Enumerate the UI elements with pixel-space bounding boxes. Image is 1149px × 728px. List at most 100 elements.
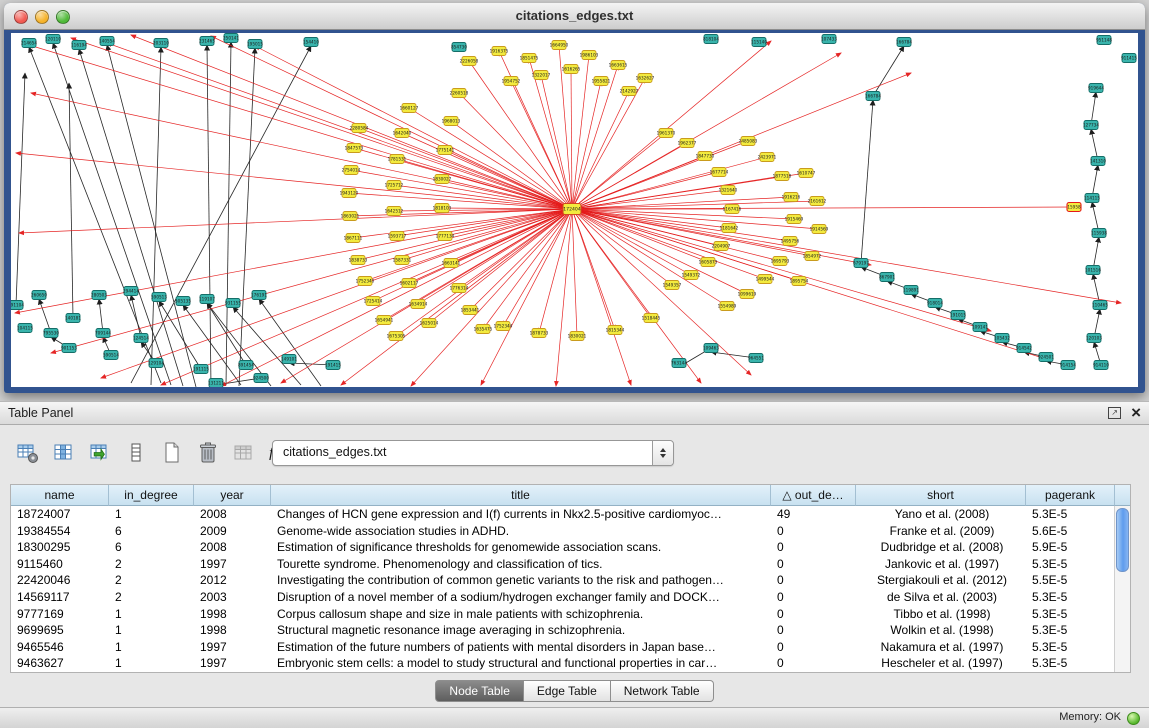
selected-edge[interactable] bbox=[572, 55, 589, 209]
selected-edge[interactable] bbox=[16, 153, 572, 209]
citation-edge[interactable] bbox=[16, 73, 25, 305]
table-row[interactable]: 1872400712008Changes of HCN gene express… bbox=[11, 506, 1115, 523]
graph-node-yellow[interactable]: 1549357 bbox=[663, 281, 682, 290]
graph-node-teal[interactable]: 914542 bbox=[1016, 344, 1032, 353]
memory-ok-icon[interactable] bbox=[1127, 712, 1140, 725]
graph-node-yellow[interactable]: 1610747 bbox=[797, 169, 816, 178]
selected-edge[interactable] bbox=[572, 207, 1074, 209]
row-table-button[interactable] bbox=[122, 440, 149, 467]
graph-node-yellow[interactable]: 1830021 bbox=[568, 332, 587, 341]
selected-edge[interactable] bbox=[572, 209, 701, 383]
tab-edge-table[interactable]: Edge Table bbox=[524, 680, 611, 702]
selected-edge[interactable] bbox=[71, 38, 572, 209]
graph-node-yellow[interactable]: 2204907 bbox=[712, 242, 731, 251]
graph-node-teal[interactable]: 149101 bbox=[281, 355, 297, 364]
graph-node-yellow[interactable]: 1915469 bbox=[785, 215, 804, 224]
graph-node-teal[interactable]: 195015 bbox=[247, 40, 263, 49]
tab-network-table[interactable]: Network Table bbox=[611, 680, 714, 702]
graph-node-yellow[interactable]: 1660127 bbox=[400, 104, 419, 113]
graph-node-teal[interactable]: 203110 bbox=[153, 39, 169, 48]
graph-node-teal[interactable]: 105432 bbox=[994, 334, 1010, 343]
graph-node-yellow[interactable]: 1554989 bbox=[718, 302, 737, 311]
graph-node-teal[interactable]: 116194 bbox=[71, 41, 87, 50]
selected-edge[interactable] bbox=[572, 209, 672, 285]
select-columns-button[interactable] bbox=[50, 440, 77, 467]
dropdown-arrows[interactable] bbox=[652, 441, 673, 465]
graph-node-teal[interactable]: 115938 bbox=[1091, 229, 1107, 238]
graph-node-teal[interactable]: 590513 bbox=[151, 293, 167, 302]
citation-edge[interactable] bbox=[131, 295, 141, 338]
graph-node-yellow[interactable]: 1962377 bbox=[678, 139, 697, 148]
graph-node-hub[interactable]: 172404 bbox=[563, 204, 581, 215]
table-row[interactable]: 911546021997Tourette syndrome. Phenomeno… bbox=[11, 556, 1115, 573]
graph-node-teal[interactable]: 176191 bbox=[251, 291, 267, 300]
column-header-name[interactable]: name bbox=[11, 485, 109, 506]
selected-edge[interactable] bbox=[572, 133, 666, 209]
graph-node-yellow[interactable]: 1725712 bbox=[385, 181, 404, 190]
graph-node-yellow[interactable]: 1663141 bbox=[442, 259, 461, 268]
graph-node-yellow[interactable]: 1616265 bbox=[562, 65, 581, 74]
selected-edge[interactable] bbox=[572, 78, 645, 209]
network-graph[interactable]: 2146541201101161941405542031102314652501… bbox=[11, 33, 1138, 387]
graph-node-yellow[interactable]: 2226058 bbox=[460, 57, 479, 66]
graph-node-yellow[interactable]: 1495756 bbox=[781, 237, 800, 246]
merge-table-button[interactable] bbox=[230, 440, 257, 467]
graph-node-teal[interactable]: 127734 bbox=[1083, 121, 1099, 130]
column-header-short[interactable]: short bbox=[856, 485, 1026, 506]
graph-node-teal[interactable]: 109463 bbox=[703, 344, 719, 353]
column-header-title[interactable]: title bbox=[271, 485, 771, 506]
graph-node-yellow[interactable]: 1961370 bbox=[657, 129, 676, 138]
graph-node-teal[interactable]: 191015 bbox=[950, 311, 966, 320]
graph-node-teal[interactable]: 294414 bbox=[123, 287, 139, 296]
graph-node-teal[interactable]: 280503 bbox=[91, 291, 107, 300]
graph-node-teal[interactable]: 166784 bbox=[896, 38, 912, 47]
graph-node-teal[interactable]: 191415 bbox=[325, 361, 341, 370]
graph-node-yellow[interactable]: 1777134 bbox=[436, 232, 455, 241]
graph-node-yellow[interactable]: 1642040 bbox=[393, 129, 412, 138]
graph-node-yellow[interactable]: 2485083 bbox=[739, 137, 758, 146]
close-button[interactable] bbox=[14, 10, 28, 24]
graph-node-yellow[interactable]: 1663615 bbox=[609, 61, 628, 70]
graph-node-yellow[interactable]: 1654941 bbox=[375, 316, 394, 325]
graph-node-teal[interactable]: 101516 bbox=[1085, 266, 1101, 275]
table-panel-header[interactable]: Table Panel ↗ × bbox=[0, 402, 1149, 425]
graph-node-yellow[interactable]: 1851475 bbox=[520, 54, 539, 63]
graph-node-teal[interactable]: 924501 bbox=[1038, 353, 1054, 362]
graph-node-yellow[interactable]: 1853441 bbox=[461, 306, 480, 315]
selected-edge[interactable] bbox=[31, 93, 572, 209]
graph-node-teal[interactable]: 140181 bbox=[65, 314, 81, 323]
graph-node-yellow[interactable]: 1167416 bbox=[723, 205, 742, 214]
graph-node-teal[interactable]: 818104 bbox=[703, 35, 719, 44]
network-canvas[interactable]: 2146541201101161941405542031102314652501… bbox=[11, 33, 1138, 387]
graph-node-teal[interactable]: 115140 bbox=[751, 38, 767, 47]
graph-node-yellow[interactable]: 1776314 bbox=[450, 284, 469, 293]
scrollbar-thumb[interactable] bbox=[1116, 508, 1129, 572]
selected-edge[interactable] bbox=[281, 209, 572, 383]
selected-edge[interactable] bbox=[572, 53, 841, 209]
column-header-in_degree[interactable]: in_degree bbox=[109, 485, 194, 506]
citation-edge[interactable] bbox=[107, 45, 196, 387]
graph-node-yellow[interactable]: 1752344 bbox=[494, 322, 513, 331]
graph-node-special[interactable]: 15958 bbox=[1067, 203, 1081, 212]
selected-edge[interactable] bbox=[107, 43, 572, 209]
graph-node-teal[interactable]: 964551 bbox=[748, 354, 764, 363]
graph-node-yellow[interactable]: 1321640 bbox=[719, 186, 738, 195]
table-row[interactable]: 2242004622012Investigating the contribut… bbox=[11, 572, 1115, 589]
graph-node-teal[interactable]: 891454 bbox=[238, 361, 254, 370]
graph-node-teal[interactable]: 854730 bbox=[451, 43, 467, 52]
citation-edge[interactable] bbox=[69, 83, 73, 318]
selected-edge[interactable] bbox=[19, 209, 572, 233]
graph-node-teal[interactable]: 763144 bbox=[671, 359, 687, 368]
graph-node-yellow[interactable]: 1634914 bbox=[409, 300, 428, 309]
graph-node-teal[interactable]: 104115 bbox=[17, 324, 33, 333]
tab-node-table[interactable]: Node Table bbox=[435, 680, 524, 702]
graph-node-teal[interactable]: 901153 bbox=[61, 344, 77, 353]
graph-node-yellow[interactable]: 1895754 bbox=[790, 277, 809, 286]
graph-node-teal[interactable]: 120103 bbox=[1086, 334, 1102, 343]
graph-node-yellow[interactable]: 1914569 bbox=[810, 225, 829, 234]
graph-node-yellow[interactable]: 1818103 bbox=[433, 204, 452, 213]
graph-node-teal[interactable]: 709144 bbox=[95, 329, 111, 338]
graph-node-yellow[interactable]: 2423971 bbox=[758, 153, 777, 162]
graph-node-yellow[interactable]: 1878733 bbox=[530, 329, 549, 338]
graph-node-yellow[interactable]: 1593717 bbox=[388, 232, 407, 241]
